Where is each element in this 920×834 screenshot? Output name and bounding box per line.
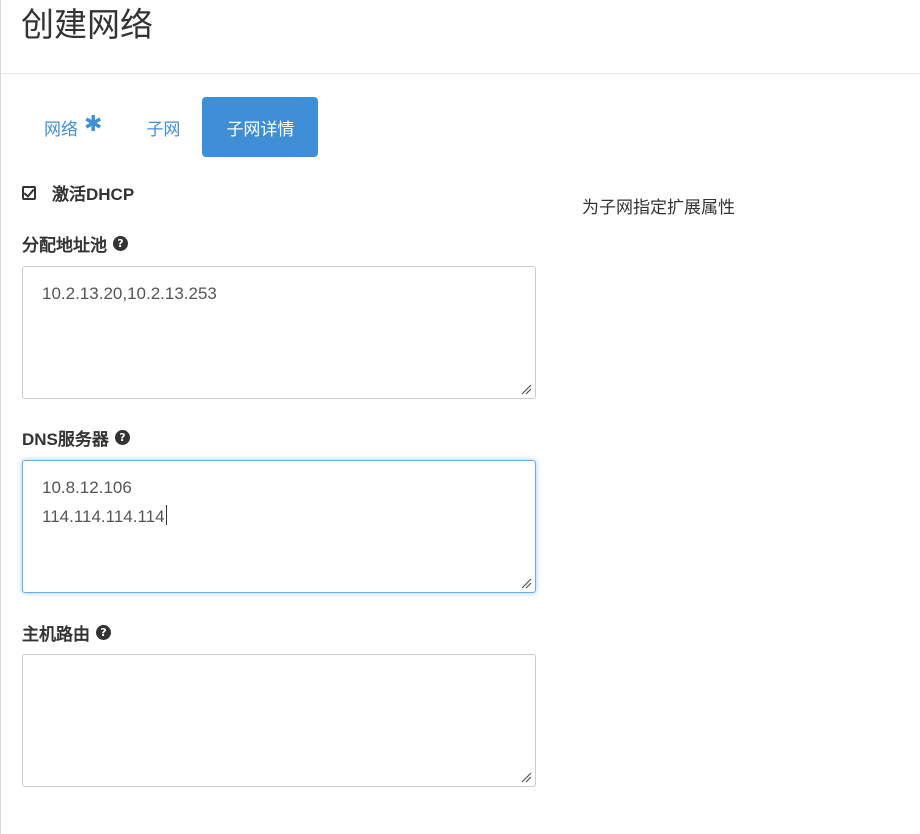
- dns-servers-textarea[interactable]: 10.8.12.106 114.114.114.114: [22, 460, 536, 593]
- host-routes-textarea[interactable]: [22, 654, 536, 787]
- host-routes-label: 主机路由 ?: [22, 620, 111, 645]
- allocation-pools-value: 10.2.13.20,10.2.13.253: [42, 284, 217, 303]
- allocation-pools-textarea[interactable]: 10.2.13.20,10.2.13.253: [22, 266, 536, 399]
- resize-handle-icon[interactable]: [521, 772, 532, 783]
- resize-handle-icon[interactable]: [521, 578, 532, 589]
- dns-server-line: 114.114.114.114: [42, 507, 165, 526]
- question-circle-icon[interactable]: ?: [113, 236, 128, 251]
- host-routes-label-text: 主机路由: [22, 625, 90, 644]
- dns-servers-label: DNS服务器 ?: [22, 425, 130, 450]
- tab-subnet[interactable]: 子网: [124, 97, 202, 157]
- tab-subnet-label: 子网: [146, 119, 181, 139]
- dns-servers-label-text: DNS服务器: [22, 430, 109, 449]
- modal-dialog: 创建网络 网络 ✱ 子网 子网详情 激活DHCP 为子网指定扩展属性 分配地址池…: [0, 0, 920, 834]
- tab-network-label: 网络: [44, 119, 78, 139]
- text-caret: [165, 505, 167, 525]
- dns-server-line: 10.8.12.106: [42, 478, 132, 497]
- question-circle-icon[interactable]: ?: [114, 430, 130, 445]
- tab-subnet-details[interactable]: 子网详情: [202, 97, 319, 157]
- wizard-tabs: 网络 ✱ 子网 子网详情: [22, 97, 319, 158]
- tab-subnet-details-label: 子网详情: [226, 119, 295, 139]
- allocation-pools-label: 分配地址池 ?: [22, 231, 128, 256]
- question-circle-icon[interactable]: ?: [96, 625, 111, 640]
- resize-handle-icon[interactable]: [521, 384, 532, 395]
- modal-header: 创建网络: [1, 0, 920, 74]
- allocation-pools-label-text: 分配地址池: [22, 236, 107, 255]
- side-help-text: 为子网指定扩展属性: [582, 198, 735, 217]
- enable-dhcp-label[interactable]: 激活DHCP: [52, 180, 134, 205]
- enable-dhcp-checkbox[interactable]: [22, 185, 36, 200]
- required-asterisk-icon: ✱: [84, 110, 103, 136]
- page-title: 创建网络: [21, 6, 153, 43]
- enable-dhcp-row: 激活DHCP: [22, 180, 134, 205]
- tab-network[interactable]: 网络 ✱: [22, 97, 124, 157]
